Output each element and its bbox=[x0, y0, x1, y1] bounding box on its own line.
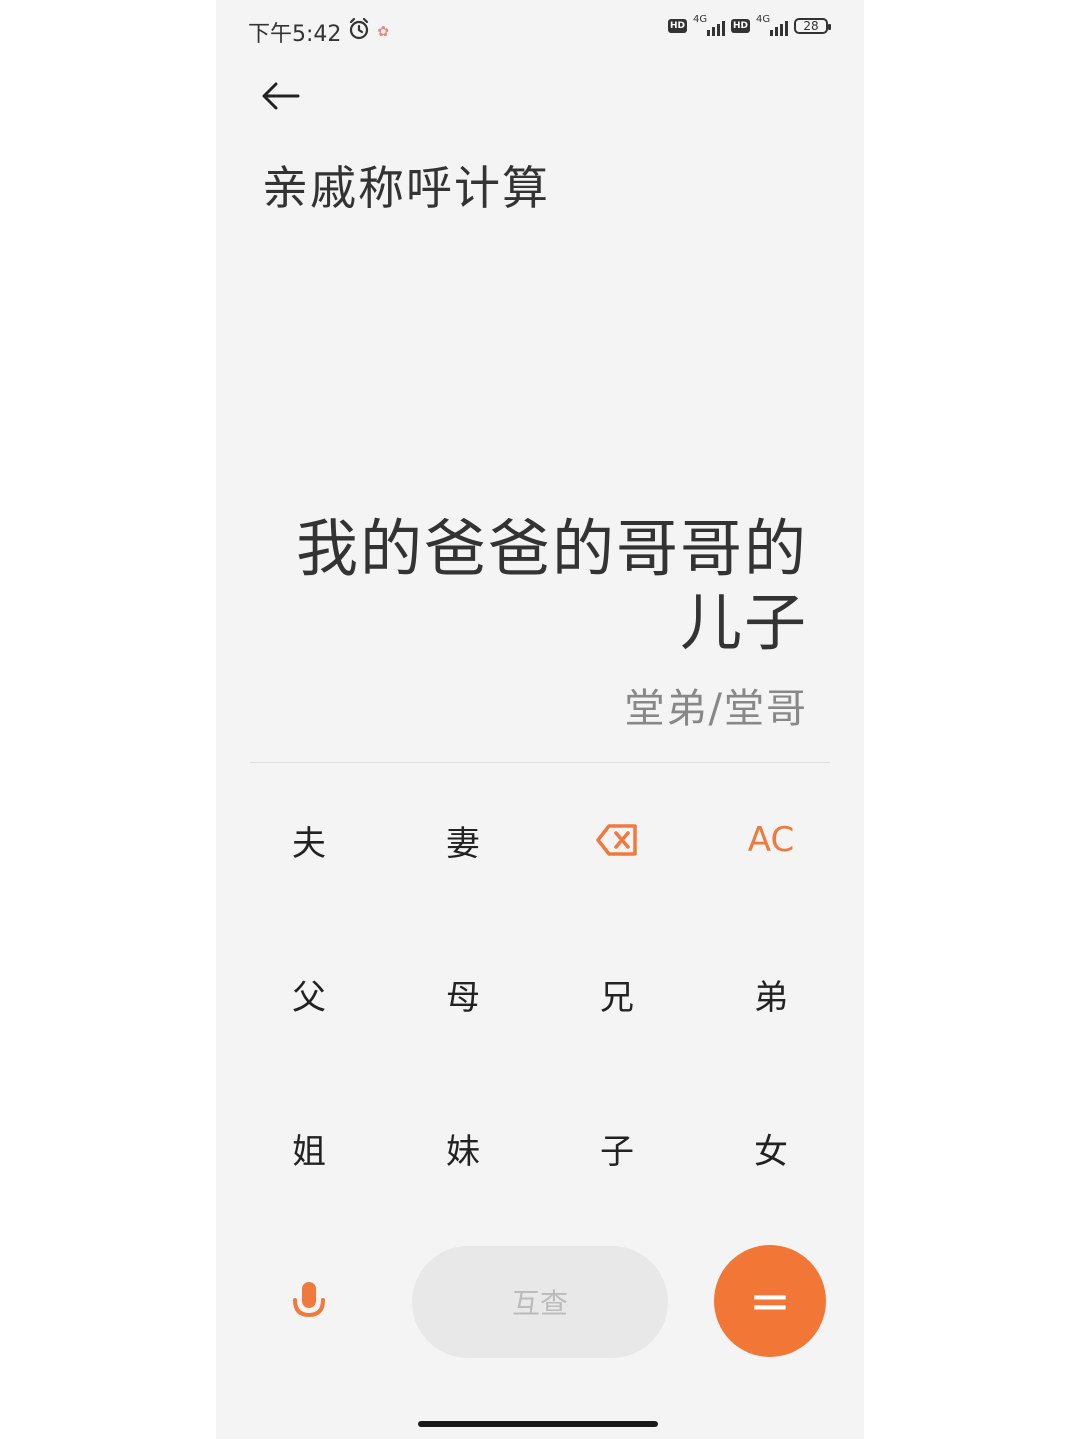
key-father[interactable]: 父 bbox=[249, 954, 369, 1034]
relation-expression: 我的爸爸的哥哥的儿子 bbox=[295, 512, 808, 659]
key-younger-sister[interactable]: 妹 bbox=[403, 1108, 523, 1188]
signal-icon-2: 4G bbox=[756, 14, 788, 36]
status-bar-time: 下午5:42 ✿ bbox=[248, 16, 389, 48]
network-type-label: 4G bbox=[692, 14, 708, 25]
clock-text: 下午5:42 bbox=[248, 22, 342, 47]
backspace-button[interactable] bbox=[557, 800, 677, 880]
key-younger-brother[interactable]: 弟 bbox=[711, 954, 831, 1034]
hd-voice-icon: HD bbox=[667, 19, 687, 33]
key-elder-brother[interactable]: 兄 bbox=[557, 954, 677, 1034]
result-text: 堂弟/堂哥 bbox=[624, 686, 808, 732]
network-type-label-2: 4G bbox=[756, 14, 771, 25]
backspace-icon bbox=[596, 824, 637, 856]
flower-notification-icon: ✿ bbox=[377, 24, 390, 40]
battery-level: 28 bbox=[803, 19, 819, 33]
key-daughter[interactable]: 女 bbox=[711, 1108, 831, 1188]
app-screen: 下午5:42 ✿ HD 4G HD 4G 28 亲戚称呼计算 我的爸爸的哥哥的儿… bbox=[216, 0, 864, 1439]
divider bbox=[250, 762, 830, 763]
back-arrow-icon bbox=[262, 82, 300, 110]
key-wife[interactable]: 妻 bbox=[403, 800, 523, 880]
battery-icon: 28 bbox=[794, 18, 831, 34]
key-son[interactable]: 子 bbox=[557, 1108, 677, 1188]
equals-label: = bbox=[749, 1272, 791, 1330]
home-indicator[interactable] bbox=[418, 1421, 658, 1427]
microphone-icon bbox=[293, 1282, 325, 1318]
equals-button[interactable]: = bbox=[714, 1245, 826, 1357]
hd-voice-icon-2: HD bbox=[730, 19, 750, 33]
key-mother[interactable]: 母 bbox=[403, 954, 523, 1034]
clear-all-button[interactable]: AC bbox=[711, 800, 831, 880]
signal-icon: 4G bbox=[692, 14, 725, 36]
back-button[interactable] bbox=[256, 74, 306, 118]
voice-input-button[interactable] bbox=[279, 1272, 339, 1332]
mutual-lookup-button[interactable]: 互查 bbox=[412, 1246, 668, 1358]
key-husband[interactable]: 夫 bbox=[249, 800, 369, 880]
alarm-icon bbox=[347, 17, 371, 47]
key-elder-sister[interactable]: 姐 bbox=[249, 1108, 369, 1188]
page-title: 亲戚称呼计算 bbox=[262, 161, 550, 215]
status-bar-indicators: HD 4G HD 4G 28 bbox=[667, 14, 831, 36]
